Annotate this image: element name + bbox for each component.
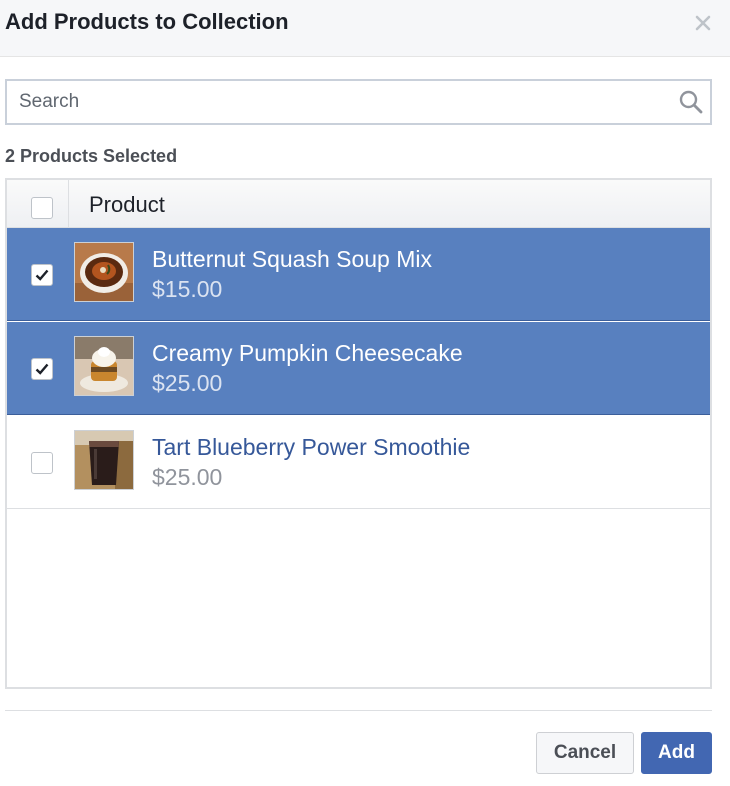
product-price: $25.00	[152, 370, 223, 396]
product-price: $15.00	[152, 276, 223, 302]
product-price: $25.00	[152, 464, 223, 490]
row-checkbox[interactable]	[31, 452, 53, 474]
product-thumbnail-smoothie	[74, 430, 134, 490]
column-header-product: Product	[89, 192, 165, 217]
select-all-checkbox[interactable]	[31, 197, 53, 219]
table-row[interactable]: Butternut Squash Soup Mix $15.00	[7, 228, 710, 321]
footer-divider	[5, 710, 712, 711]
dialog-header: Add Products to Collection	[0, 0, 730, 57]
product-table: Product Butternut Squash Soup Mix $15.00	[5, 178, 712, 689]
row-checkbox[interactable]	[31, 264, 53, 286]
cheesecake-image	[75, 337, 133, 395]
soup-bowl-image	[75, 243, 133, 301]
add-button[interactable]: Add	[641, 732, 712, 774]
selected-count: 2 Products Selected	[5, 146, 178, 166]
dialog-title: Add Products to Collection	[5, 9, 289, 34]
checkmark-icon	[35, 269, 49, 281]
table-row[interactable]: Tart Blueberry Power Smoothie $25.00	[7, 416, 710, 509]
search-box	[5, 79, 712, 125]
product-name: Butternut Squash Soup Mix	[152, 246, 432, 272]
product-name: Creamy Pumpkin Cheesecake	[152, 340, 463, 366]
table-header: Product	[7, 180, 710, 228]
close-button[interactable]	[690, 10, 716, 36]
search-input[interactable]	[19, 81, 659, 123]
smoothie-glass-image	[75, 431, 133, 489]
row-checkbox[interactable]	[31, 358, 53, 380]
search-icon[interactable]	[678, 89, 704, 115]
product-thumbnail-cheesecake	[74, 336, 134, 396]
checkmark-icon	[35, 363, 49, 375]
close-icon	[695, 15, 711, 31]
table-row[interactable]: Creamy Pumpkin Cheesecake $25.00	[7, 322, 710, 415]
cancel-button[interactable]: Cancel	[536, 732, 634, 774]
product-thumbnail-soup	[74, 242, 134, 302]
select-all-cell	[7, 180, 69, 228]
product-name: Tart Blueberry Power Smoothie	[152, 434, 471, 460]
